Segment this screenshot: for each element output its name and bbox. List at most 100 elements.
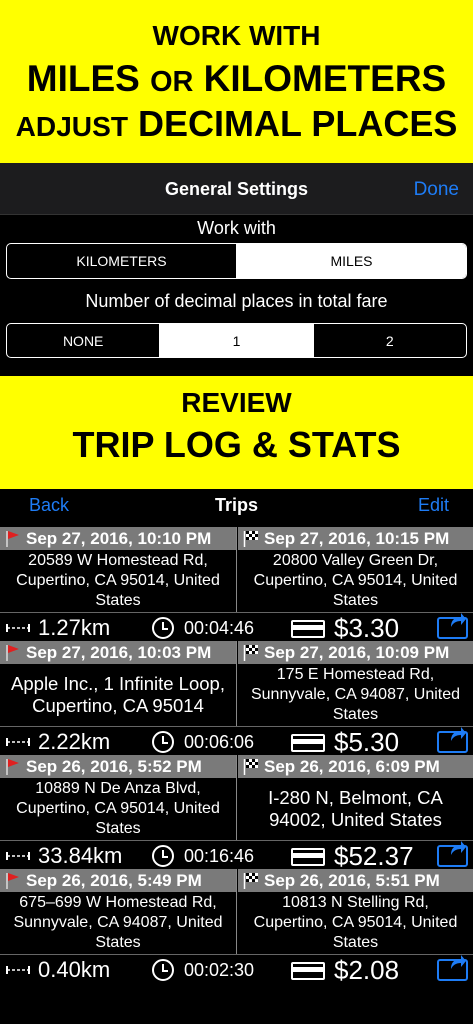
work-with-label: Work with (197, 218, 276, 238)
segment-none[interactable]: NONE (7, 324, 159, 357)
trip-row[interactable]: Sep 27, 2016, 10:03 PM Sep 27, 2016, 10:0… (0, 641, 473, 757)
decimals-segmented-control: NONE 1 2 (6, 323, 467, 358)
share-icon[interactable] (437, 841, 468, 867)
trip-start-header: Sep 27, 2016, 10:03 PM (0, 641, 236, 664)
trip-duration: 00:04:46 (184, 618, 255, 638)
trip-stats: 33.84km 00:16:46 $52.37 (0, 840, 473, 871)
address-line: States (95, 934, 141, 951)
address-line: 20800 Valley Green Dr, (272, 552, 439, 569)
end-address: 10813 N Stelling Rd, Cupertino, CA 95014,… (238, 892, 473, 954)
red-flag-icon (6, 531, 19, 547)
address-line: Cupertino, CA 95014, United (16, 800, 220, 817)
decimal-places-label: Number of decimal places in total fare (85, 291, 388, 311)
column-divider (236, 869, 237, 954)
promo-banner-trips: REVIEW TRIP LOG & STATS (0, 376, 473, 489)
address-line: 175 E Homestead Rd, (276, 666, 435, 683)
trip-duration: 00:16:46 (184, 846, 255, 866)
checkered-flag-icon (243, 531, 258, 547)
trip-end-header: Sep 26, 2016, 5:51 PM (238, 869, 473, 892)
trip-fare: $5.30 (334, 727, 400, 757)
red-flag-icon (6, 645, 19, 661)
trip-duration: 00:02:30 (184, 960, 255, 980)
segment-2[interactable]: 2 (312, 324, 466, 357)
start-time: Sep 27, 2016, 10:10 PM (26, 529, 212, 548)
trip-end-header: Sep 27, 2016, 10:15 PM (238, 527, 473, 550)
address-line: I-280 N, Belmont, CA (268, 787, 443, 808)
trip-end-header: Sep 27, 2016, 10:09 PM (238, 641, 473, 664)
trip-start-header: Sep 26, 2016, 5:49 PM (0, 869, 236, 892)
settings-title: General Settings (164, 179, 309, 199)
share-icon[interactable] (437, 727, 468, 753)
start-time: Sep 26, 2016, 5:49 PM (26, 871, 202, 890)
clock-icon (152, 845, 174, 867)
address-line: States (332, 592, 379, 609)
share-icon[interactable] (437, 955, 468, 981)
address-line: States (95, 592, 141, 609)
banner-trip-log: TRIP LOG & STATS (72, 424, 401, 465)
start-time: Sep 26, 2016, 5:52 PM (26, 757, 202, 776)
trip-start-header: Sep 27, 2016, 10:10 PM (0, 527, 236, 550)
trip-end-header: Sep 26, 2016, 6:09 PM (238, 755, 473, 778)
share-icon[interactable] (437, 613, 468, 639)
start-address: Apple Inc., 1 Infinite Loop, Cupertino, C… (0, 664, 236, 726)
address-line: Cupertino, CA 95014, United (16, 572, 220, 589)
trip-row[interactable]: Sep 26, 2016, 5:52 PM Sep 26, 2016, 6:09 … (0, 755, 473, 871)
edit-button[interactable]: Edit (418, 495, 449, 516)
clock-icon (152, 731, 174, 753)
address-line: 10813 N Stelling Rd, (282, 894, 429, 911)
column-divider (236, 755, 237, 840)
start-time: Sep 27, 2016, 10:03 PM (26, 643, 212, 662)
end-address: 175 E Homestead Rd, Sunnyvale, CA 94087, … (238, 664, 473, 726)
address-line: Sunnyvale, CA 94087, United (250, 686, 461, 703)
general-settings-panel: General Settings Done Work with KILOMETE… (0, 163, 473, 376)
address-line: States (332, 706, 379, 723)
end-time: Sep 27, 2016, 10:09 PM (264, 643, 450, 662)
trip-row[interactable]: Sep 27, 2016, 10:10 PM Sep 27, 2016, 10:1… (0, 527, 473, 643)
segment-kilometers[interactable]: KILOMETERS (7, 244, 236, 278)
address-line: Sunnyvale, CA 94087, United (13, 914, 223, 931)
column-divider (236, 641, 237, 726)
address-line: States (95, 820, 141, 837)
distance-icon (6, 624, 30, 632)
trip-fare: $52.37 (334, 841, 414, 871)
checkered-flag-icon (243, 645, 258, 661)
card-icon (291, 734, 325, 752)
checkered-flag-icon (243, 873, 258, 889)
end-address: 20800 Valley Green Dr, Cupertino, CA 9501… (238, 550, 473, 612)
banner-review: REVIEW (181, 387, 292, 418)
trip-duration: 00:06:06 (184, 732, 255, 752)
trip-stats: 1.27km 00:04:46 $3.30 (0, 612, 473, 643)
address-line: Cupertino, CA 95014 (32, 695, 204, 716)
banner-line-3: ADJUST DECIMAL PLACES (15, 103, 458, 144)
trip-stats: 2.22km 00:06:06 $5.30 (0, 726, 473, 757)
done-button[interactable]: Done (414, 179, 459, 201)
trips-screen: Back Trips Edit Sep 27, 2016, 10:10 PM Se… (0, 489, 473, 1024)
address-line: 675–699 W Homestead Rd, (19, 894, 217, 911)
end-time: Sep 27, 2016, 10:15 PM (264, 529, 450, 548)
trip-row[interactable]: Sep 26, 2016, 5:49 PM Sep 26, 2016, 5:51 … (0, 869, 473, 985)
trip-distance: 1.27km (38, 615, 111, 640)
address-line: Cupertino, CA 95014, United (253, 572, 458, 589)
start-address: 675–699 W Homestead Rd, Sunnyvale, CA 940… (0, 892, 236, 954)
banner-line-1: WORK WITH (152, 20, 321, 51)
trip-stats: 0.40km 00:02:30 $2.08 (0, 954, 473, 985)
address-line: 94002, United States (269, 809, 442, 830)
promo-banner-units: WORK WITH MILES OR KILOMETERS ADJUST DEC… (0, 0, 473, 163)
card-icon (291, 962, 325, 980)
banner-line-2: MILES OR KILOMETERS (26, 58, 447, 99)
address-line: 20589 W Homestead Rd, (28, 552, 208, 569)
address-line: Cupertino, CA 95014, United (253, 914, 458, 931)
trip-fare: $3.30 (334, 613, 400, 643)
trip-distance: 2.22km (38, 729, 111, 754)
checkered-flag-icon (243, 759, 258, 775)
segment-miles[interactable]: MILES (236, 244, 466, 278)
distance-icon (6, 738, 30, 746)
start-address: 10889 N De Anza Blvd, Cupertino, CA 95014… (0, 778, 236, 840)
card-icon (291, 620, 325, 638)
end-time: Sep 26, 2016, 6:09 PM (264, 757, 440, 776)
distance-icon (6, 852, 30, 860)
units-segmented-control: KILOMETERS MILES (6, 243, 467, 279)
segment-1[interactable]: 1 (159, 324, 313, 357)
distance-icon (6, 966, 30, 974)
start-address: 20589 W Homestead Rd, Cupertino, CA 95014… (0, 550, 236, 612)
